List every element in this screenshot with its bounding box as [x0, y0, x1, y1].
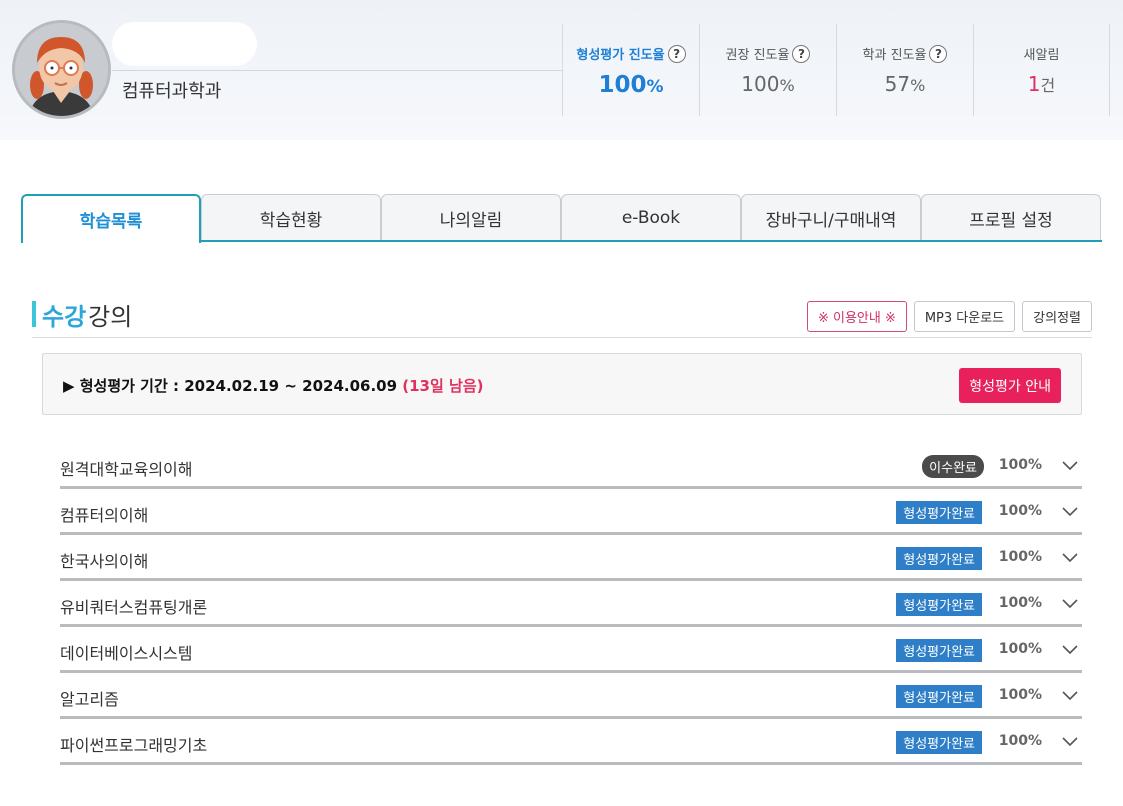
course-progress: 100%: [998, 595, 1042, 611]
stat-unit: %: [910, 76, 926, 95]
status-badge: 형성평가완료: [896, 731, 982, 754]
course-name[interactable]: 한국사의이해: [60, 548, 148, 572]
status-badge: 형성평가완료: [896, 593, 982, 616]
stat-label: 새알림: [1023, 48, 1060, 63]
help-icon[interactable]: ?: [792, 44, 811, 63]
chevron-down-icon[interactable]: [1062, 643, 1078, 655]
course-name[interactable]: 원격대학교육의이해: [60, 456, 192, 480]
chevron-down-icon[interactable]: [1062, 459, 1078, 471]
tab-study-list[interactable]: 학습목록: [21, 194, 201, 243]
status-badge: 이수완료: [922, 455, 984, 478]
course-progress: 100%: [998, 687, 1042, 703]
status-badge: 형성평가완료: [896, 639, 982, 662]
help-icon[interactable]: ?: [667, 44, 686, 63]
progress-stats: 형성평가 진도율 ? 100% 권장 진도율 ? 100% 학과 진도율 ? 5…: [562, 24, 1110, 116]
list-item[interactable]: 파이썬프로그래밍기초 형성평가완료 100%: [60, 719, 1082, 765]
course-name[interactable]: 알고리즘: [60, 686, 119, 710]
list-item[interactable]: 데이터베이스시스템 형성평가완료 100%: [60, 627, 1082, 673]
evaluation-period-box: ▶ 형성평가 기간 : 2024.02.19 ~ 2024.06.09 (13일…: [42, 353, 1082, 415]
stat-label: 학과 진도율: [862, 48, 927, 63]
stat-value: 100: [741, 72, 780, 96]
section-actions: ※ 이용안내 ※ MP3 다운로드 강의정렬: [806, 301, 1092, 332]
chevron-down-icon[interactable]: [1062, 551, 1078, 563]
course-progress: 100%: [998, 733, 1042, 749]
tab-underline: [201, 240, 1102, 242]
tab-study-status[interactable]: 학습현황: [201, 194, 381, 241]
stat-value: 100: [598, 72, 647, 98]
section-divider: [32, 337, 1092, 338]
stat-unit: %: [646, 77, 664, 97]
chevron-down-icon[interactable]: [1062, 689, 1078, 701]
sort-lectures-button[interactable]: 강의정렬: [1022, 301, 1092, 332]
chevron-down-icon[interactable]: [1062, 735, 1078, 747]
course-progress: 100%: [998, 457, 1042, 473]
tab-cart-purchases[interactable]: 장바구니/구매내역: [741, 194, 921, 241]
usage-guide-button[interactable]: ※ 이용안내 ※: [806, 301, 907, 332]
main-tabs: 학습목록 학습현황 나의알림 e-Book 장바구니/구매내역 프로필 설정: [21, 194, 1102, 243]
tab-profile-settings[interactable]: 프로필 설정: [921, 194, 1101, 241]
divider: [112, 70, 562, 71]
course-name[interactable]: 파이썬프로그래밍기초: [60, 732, 207, 756]
course-list: 원격대학교육의이해 이수완료 100% 컴퓨터의이해 형성평가완료 100% 한…: [60, 443, 1082, 765]
list-item[interactable]: 원격대학교육의이해 이수완료 100%: [60, 443, 1082, 489]
evaluation-guide-button[interactable]: 형성평가 안내: [959, 368, 1061, 403]
list-item[interactable]: 컴퓨터의이해 형성평가완료 100%: [60, 489, 1082, 535]
status-badge: 형성평가완료: [896, 685, 982, 708]
stat-value: 1: [1027, 72, 1041, 96]
department-label: 컴퓨터과학과: [122, 81, 222, 102]
user-name-field: [112, 22, 257, 66]
stat-eval-progress: 형성평가 진도율 ? 100%: [562, 24, 699, 116]
stat-unit: 건: [1040, 76, 1056, 95]
title-highlight: 수강: [42, 302, 87, 331]
mp3-download-button[interactable]: MP3 다운로드: [913, 301, 1016, 332]
chevron-down-icon[interactable]: [1062, 597, 1078, 609]
stat-label: 권장 진도율: [725, 48, 790, 63]
period-remaining: (13일 남음): [402, 377, 484, 395]
stat-label: 형성평가 진도율: [576, 48, 665, 63]
chevron-down-icon[interactable]: [1062, 505, 1078, 517]
tab-my-notifications[interactable]: 나의알림: [381, 194, 561, 241]
list-item[interactable]: 한국사의이해 형성평가완료 100%: [60, 535, 1082, 581]
help-icon[interactable]: ?: [929, 44, 948, 63]
tab-ebook[interactable]: e-Book: [561, 194, 741, 241]
course-progress: 100%: [998, 641, 1042, 657]
course-progress: 100%: [998, 503, 1042, 519]
section-title: 수강 강의: [32, 298, 133, 331]
course-name[interactable]: 데이터베이스시스템: [60, 640, 192, 664]
avatar: [12, 20, 111, 119]
course-progress: 100%: [998, 549, 1042, 565]
course-name[interactable]: 유비쿼터스컴퓨팅개론: [60, 594, 207, 618]
title-accent-bar: [32, 301, 36, 327]
profile-header: 컴퓨터과학과 형성평가 진도율 ? 100% 권장 진도율 ? 100% 학과 …: [0, 0, 1123, 140]
stat-department-progress: 학과 진도율 ? 57%: [836, 24, 973, 116]
stat-recommended-progress: 권장 진도율 ? 100%: [699, 24, 836, 116]
period-text: ▶ 형성평가 기간 : 2024.02.19 ~ 2024.06.09: [63, 377, 398, 395]
course-name[interactable]: 컴퓨터의이해: [60, 502, 148, 526]
list-item[interactable]: 유비쿼터스컴퓨팅개론 형성평가완료 100%: [60, 581, 1082, 627]
status-badge: 형성평가완료: [896, 547, 982, 570]
status-badge: 형성평가완료: [896, 501, 982, 524]
stat-unit: %: [779, 76, 795, 95]
list-item[interactable]: 알고리즘 형성평가완료 100%: [60, 673, 1082, 719]
stat-value: 57: [884, 72, 911, 96]
title-rest: 강의: [88, 302, 133, 331]
stat-new-notifications[interactable]: 새알림 1건: [973, 24, 1110, 116]
